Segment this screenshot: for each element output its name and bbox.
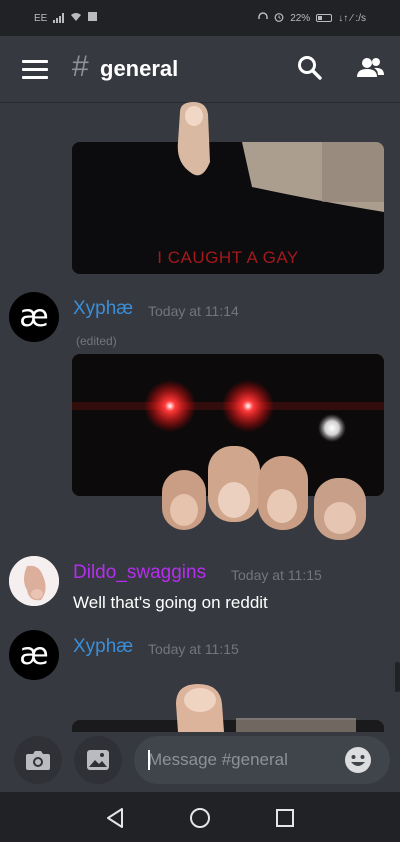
emoji-icon[interactable] bbox=[344, 746, 372, 774]
username[interactable]: Xyphæ bbox=[73, 298, 133, 320]
alarm-icon bbox=[274, 12, 284, 25]
status-left: EE bbox=[34, 12, 98, 25]
message-text: Well that's going on reddit bbox=[73, 593, 268, 612]
image-button[interactable] bbox=[74, 736, 122, 784]
edited-label: (edited) bbox=[76, 334, 117, 348]
image-1-caption: I CAUGHT A GAY bbox=[157, 248, 299, 267]
carrier-label: EE bbox=[34, 12, 48, 24]
image-3-blur bbox=[236, 718, 356, 732]
avatar-image bbox=[9, 556, 59, 606]
message-image-2[interactable] bbox=[72, 354, 384, 540]
username[interactable]: Xyphæ bbox=[73, 636, 133, 658]
headphones-icon bbox=[258, 11, 268, 25]
camera-button[interactable] bbox=[14, 736, 62, 784]
channel-hash-icon: # bbox=[72, 50, 89, 83]
message-composer bbox=[0, 732, 400, 792]
members-icon[interactable] bbox=[354, 54, 386, 82]
chat-scrollbar[interactable] bbox=[395, 662, 400, 692]
status-right: 22% ↓↑ ⁄ :/s bbox=[258, 11, 366, 25]
avatar[interactable]: æ bbox=[9, 292, 59, 342]
menu-icon[interactable] bbox=[22, 56, 48, 82]
timestamp: Today at 11:14 bbox=[148, 303, 239, 319]
avatar[interactable] bbox=[9, 556, 59, 606]
notification-icon bbox=[88, 12, 98, 24]
search-icon[interactable] bbox=[296, 54, 324, 82]
message-input-container[interactable] bbox=[134, 736, 390, 784]
wifi-icon bbox=[70, 12, 82, 25]
battery-icon bbox=[316, 14, 333, 22]
username[interactable]: Dildo_swaggins bbox=[73, 562, 206, 584]
system-nav-bar bbox=[0, 792, 400, 842]
home-icon[interactable] bbox=[187, 805, 213, 831]
signal-icon bbox=[53, 13, 65, 23]
text-caret bbox=[148, 750, 150, 770]
back-icon[interactable] bbox=[102, 805, 128, 831]
channel-header: # general bbox=[0, 36, 400, 102]
battery-percent: 22% bbox=[290, 12, 311, 24]
status-bar: EE 22% ↓↑ ⁄ :/s bbox=[0, 0, 400, 36]
timestamp: Today at 11:15 bbox=[231, 567, 322, 583]
camera-icon bbox=[26, 751, 50, 770]
message-image-1[interactable]: I CAUGHT A GAY bbox=[72, 102, 384, 274]
thumb-hand-1 bbox=[177, 102, 210, 176]
channel-title: general bbox=[100, 56, 179, 81]
recents-icon[interactable] bbox=[272, 805, 298, 831]
network-speed: ↓↑ ⁄ :/s bbox=[338, 12, 366, 24]
avatar[interactable]: æ bbox=[9, 630, 59, 680]
image-icon bbox=[87, 750, 109, 770]
message-list[interactable]: I CAUGHT A GAY æ Xyphæ Today at 11:14 (e… bbox=[0, 102, 400, 732]
fingers-hand bbox=[162, 446, 366, 540]
timestamp: Today at 11:15 bbox=[148, 641, 239, 657]
message-input[interactable] bbox=[148, 736, 336, 784]
